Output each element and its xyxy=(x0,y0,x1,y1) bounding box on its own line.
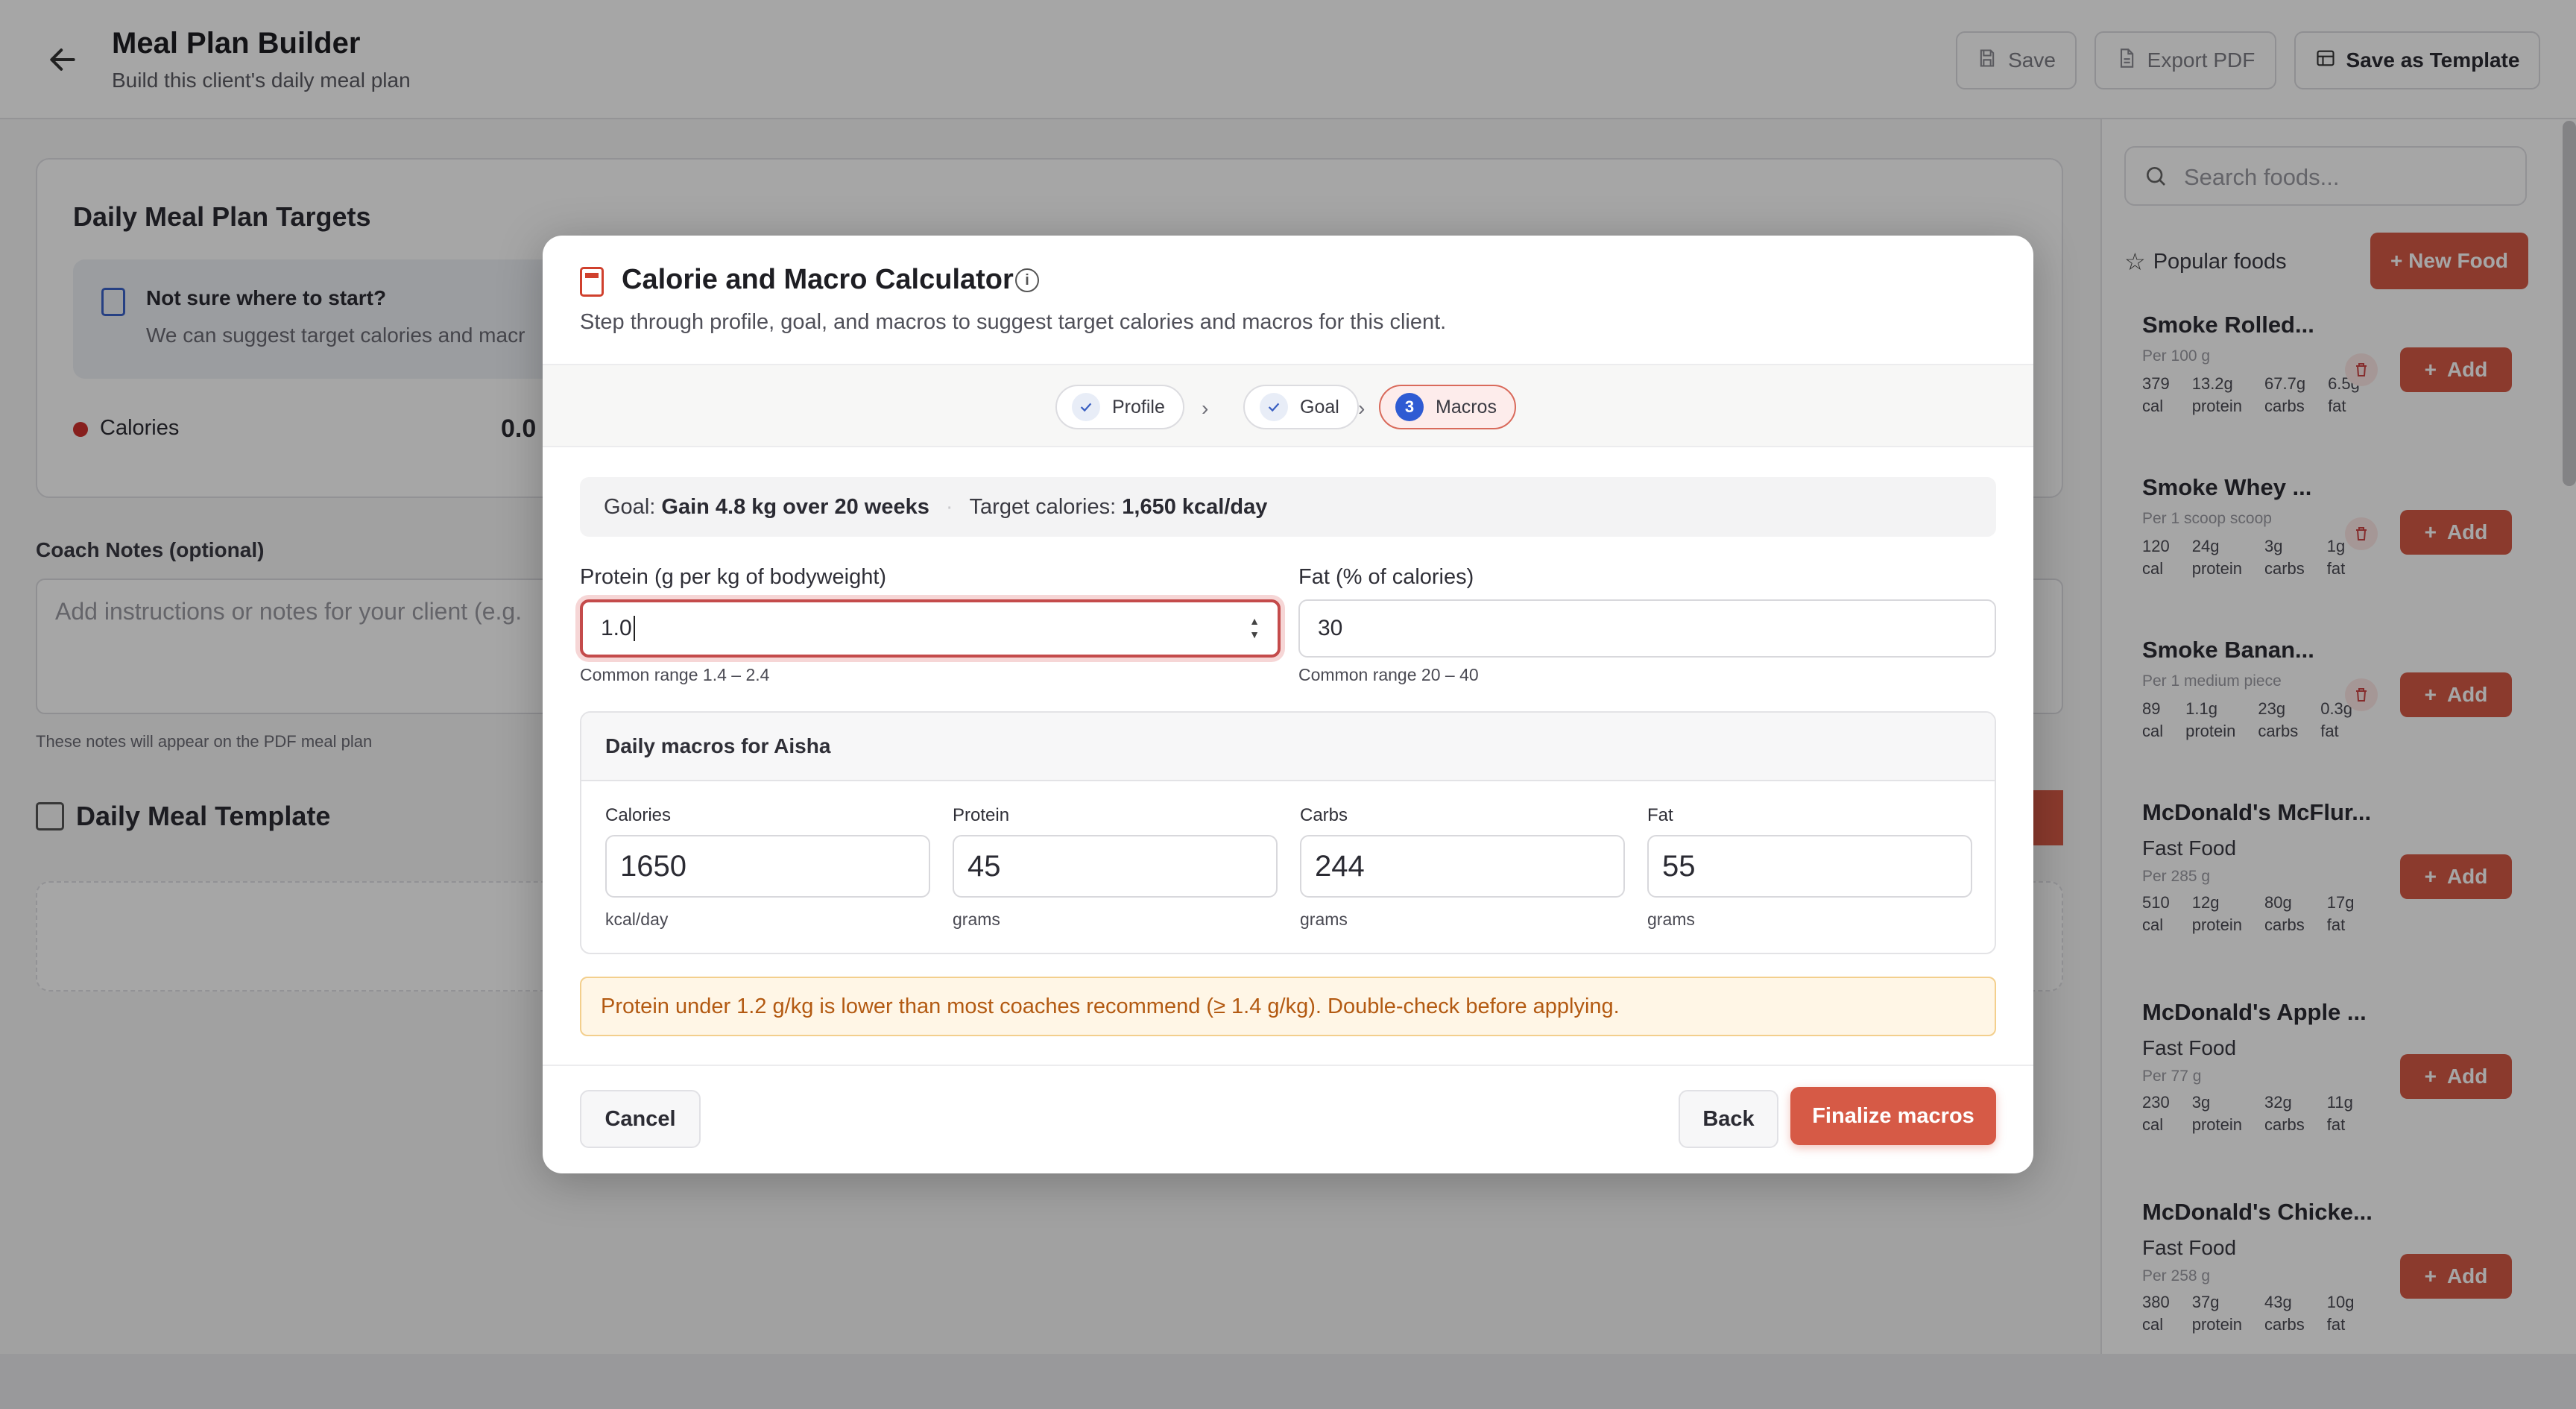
step-label: Macros xyxy=(1436,396,1497,417)
finalize-macros-button[interactable]: Finalize macros xyxy=(1790,1087,1996,1145)
fat-macro-input[interactable]: 55 xyxy=(1647,835,1972,898)
step-goal[interactable]: Goal xyxy=(1243,385,1359,429)
protein-label: Protein (g per kg of bodyweight) xyxy=(580,565,887,589)
protein-input[interactable]: 1.0 ▲ ▼ xyxy=(580,599,1281,658)
step-number: 3 xyxy=(1395,393,1424,421)
protein-macro-unit: grams xyxy=(953,910,1000,929)
goal-prefix: Goal: xyxy=(604,494,656,519)
cancel-button[interactable]: Cancel xyxy=(580,1090,701,1148)
macro-calculator-dialog: Calorie and Macro Calculator i Step thro… xyxy=(543,236,2033,1173)
check-icon xyxy=(1260,393,1288,421)
fat-macro-label: Fat xyxy=(1647,805,1673,825)
carbs-macro-input[interactable]: 244 xyxy=(1300,835,1625,898)
calories-macro-value: 1650 xyxy=(620,849,686,883)
protein-value: 1.0 xyxy=(601,616,632,640)
protein-hint: Common range 1.4 – 2.4 xyxy=(580,665,770,684)
separator-dot: · xyxy=(945,494,953,519)
spinner-icon[interactable]: ▲ ▼ xyxy=(1249,614,1260,641)
calories-macro-label: Calories xyxy=(605,805,672,825)
calories-macro-input[interactable]: 1650 xyxy=(605,835,930,898)
fat-value: 30 xyxy=(1318,616,1343,640)
goal-value: Gain 4.8 kg over 20 weeks xyxy=(661,494,929,519)
dialog-title: Calorie and Macro Calculator xyxy=(622,264,1014,295)
calories-macro-unit: kcal/day xyxy=(605,910,669,929)
step-profile[interactable]: Profile xyxy=(1055,385,1184,429)
fat-macro-value: 55 xyxy=(1662,849,1696,883)
chevron-right-icon: › xyxy=(1358,397,1366,420)
back-button[interactable]: Back xyxy=(1679,1090,1778,1148)
protein-macro-label: Protein xyxy=(953,805,1010,825)
dialog-description: Step through profile, goal, and macros t… xyxy=(580,310,1447,334)
target-value: 1,650 kcal/day xyxy=(1122,494,1268,519)
protein-macro-value: 45 xyxy=(967,849,1001,883)
fat-input[interactable]: 30 xyxy=(1298,599,1996,658)
carbs-macro-unit: grams xyxy=(1300,910,1348,929)
check-icon xyxy=(1072,393,1100,421)
fat-label: Fat (% of calories) xyxy=(1298,565,1474,589)
text-cursor xyxy=(633,616,635,641)
step-label: Goal xyxy=(1300,396,1339,417)
carbs-macro-label: Carbs xyxy=(1300,805,1348,825)
target-prefix: Target calories: xyxy=(969,494,1117,519)
goal-summary: Goal: Gain 4.8 kg over 20 weeks · Target… xyxy=(580,477,1996,537)
protein-macro-input[interactable]: 45 xyxy=(953,835,1278,898)
footer-divider xyxy=(543,1065,2033,1066)
chevron-right-icon: › xyxy=(1202,397,1209,420)
fat-hint: Common range 20 – 40 xyxy=(1298,665,1479,684)
carbs-macro-value: 244 xyxy=(1315,849,1365,883)
info-icon[interactable]: i xyxy=(1015,268,1039,292)
daily-macros-title: Daily macros for Aisha xyxy=(581,713,1995,781)
fat-macro-unit: grams xyxy=(1647,910,1695,929)
step-macros[interactable]: 3 Macros xyxy=(1379,385,1516,429)
calculator-icon xyxy=(580,267,604,297)
step-label: Profile xyxy=(1112,396,1165,417)
stepper: Profile › Goal › 3 Macros xyxy=(543,364,2033,447)
daily-macros-box: Daily macros for Aisha Calories 1650 kca… xyxy=(580,711,1996,954)
protein-warning: Protein under 1.2 g/kg is lower than mos… xyxy=(580,977,1996,1036)
